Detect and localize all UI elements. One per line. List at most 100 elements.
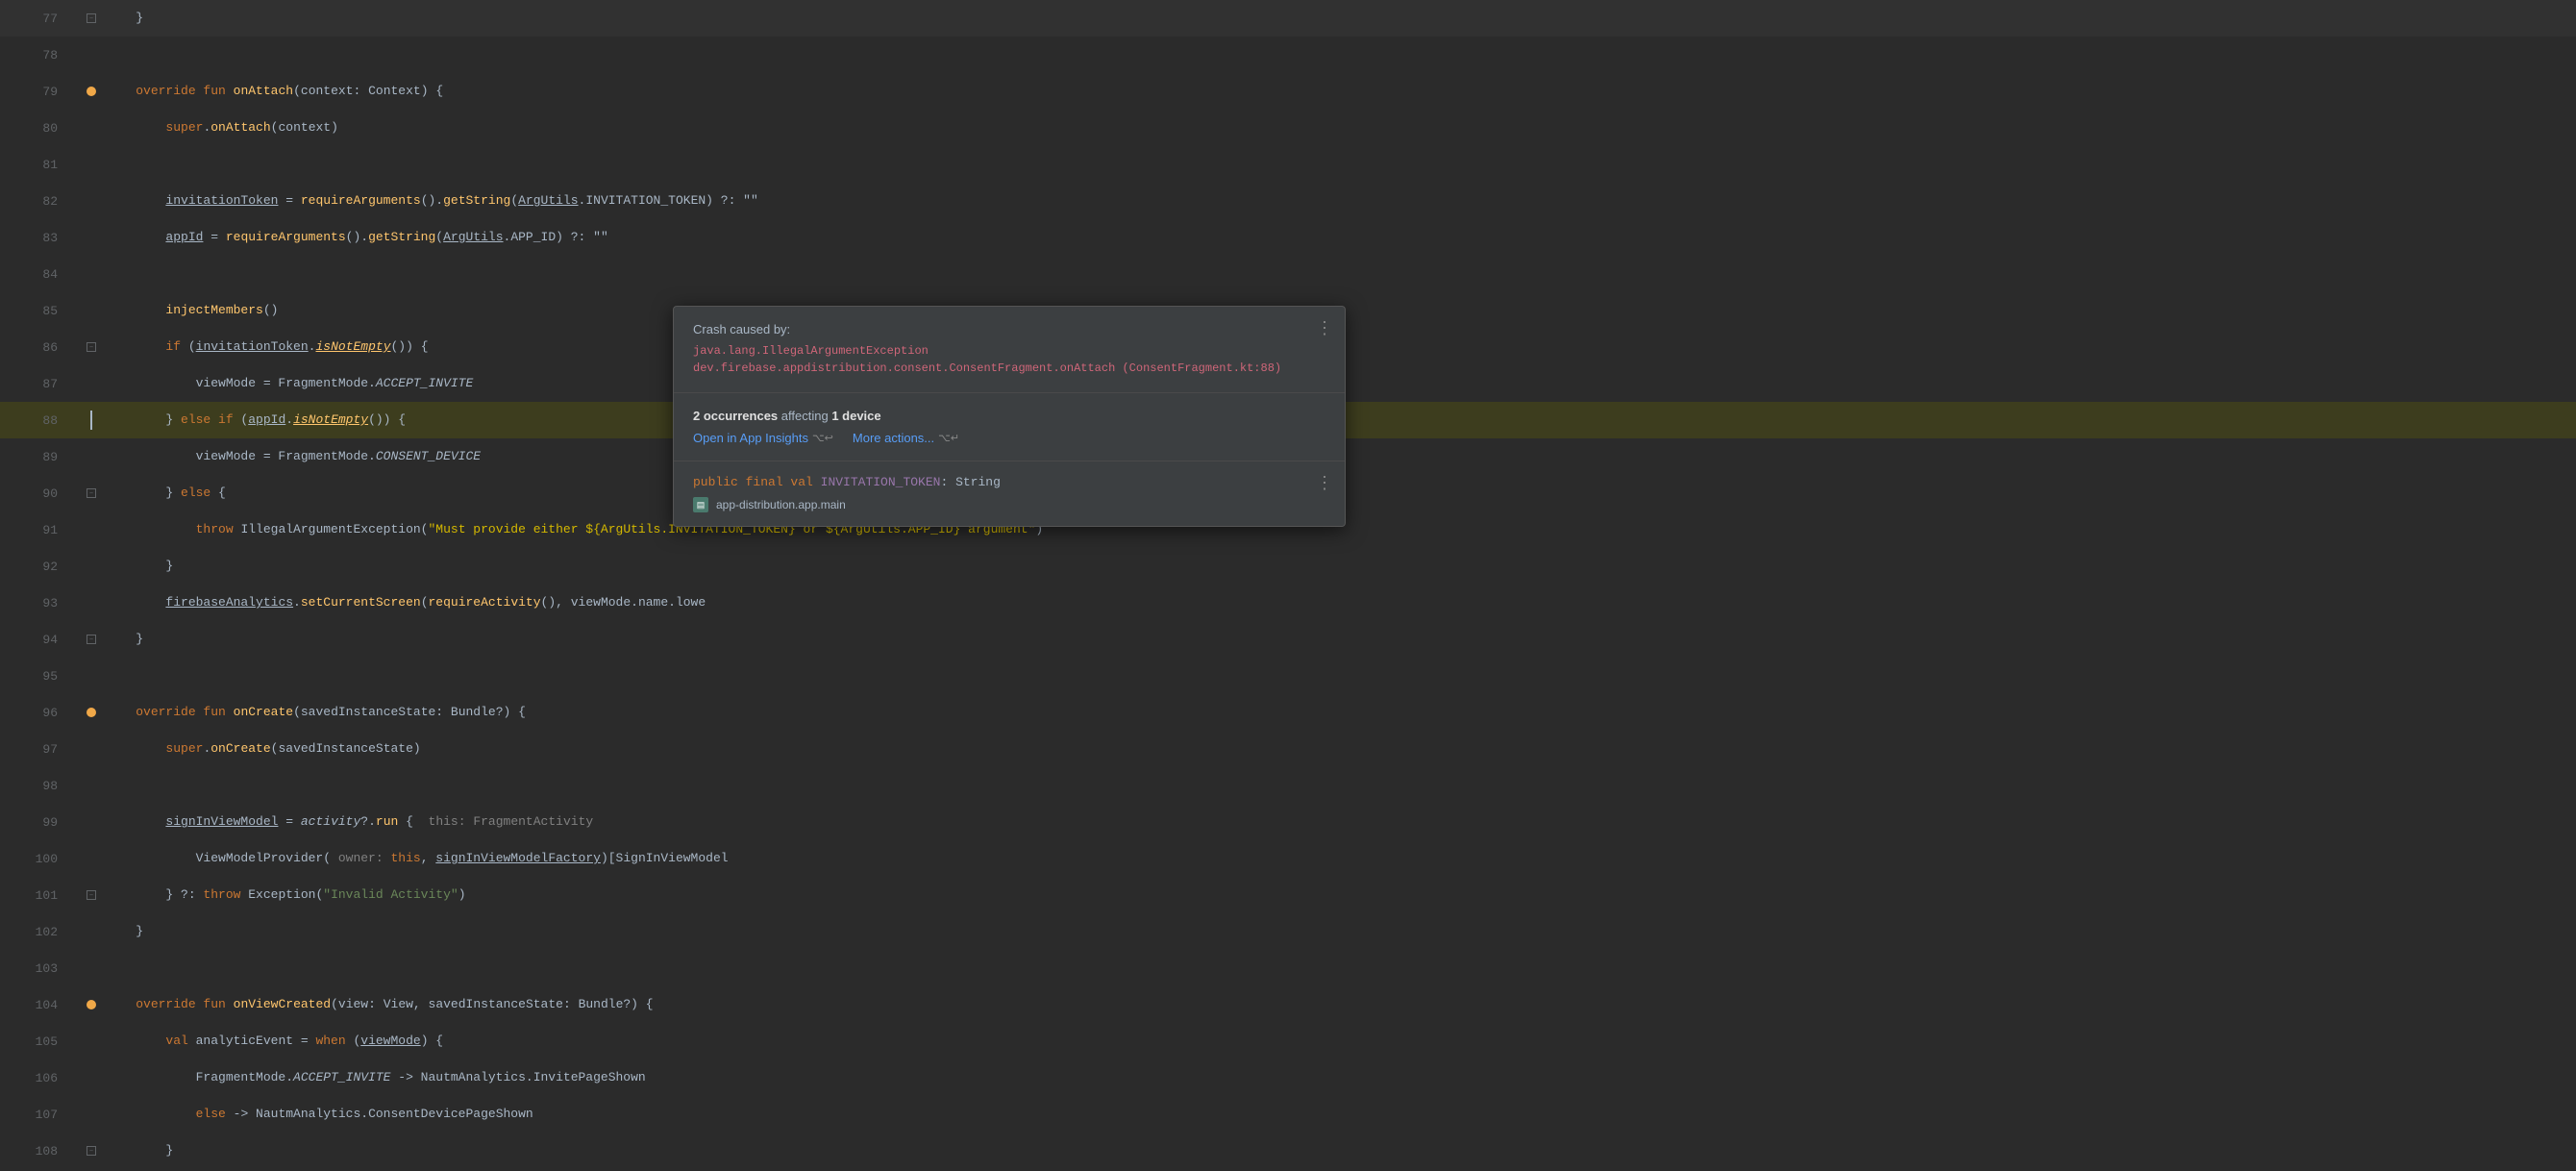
gutter-79 — [77, 87, 106, 96]
crash-stats-section: 2 occurrences affecting 1 device Open in… — [674, 393, 1345, 461]
line-number-98: 98 — [0, 779, 77, 793]
fold-icon[interactable]: – — [87, 1146, 96, 1156]
gutter-77[interactable]: – — [77, 13, 106, 23]
code-line-92: 92 } — [0, 548, 2576, 585]
gutter-86[interactable]: – — [77, 342, 106, 352]
fold-icon[interactable]: – — [87, 488, 96, 498]
line-number-93: 93 — [0, 596, 77, 610]
line-number-91: 91 — [0, 523, 77, 537]
line-content-105: val analyticEvent = when (viewMode) { — [106, 1023, 2557, 1059]
breakpoint-dot[interactable] — [87, 1000, 96, 1009]
fold-icon[interactable]: – — [87, 635, 96, 644]
line-number-101: 101 — [0, 888, 77, 903]
line-number-104: 104 — [0, 998, 77, 1012]
line-content-83: appId = requireArguments().getString(Arg… — [106, 219, 2557, 256]
gutter-94[interactable]: – — [77, 635, 106, 644]
error-line-1: java.lang.IllegalArgumentException — [693, 342, 1325, 360]
line-content-99: signInViewModel = activity?.run { this: … — [106, 804, 2557, 840]
fold-icon[interactable]: – — [87, 342, 96, 352]
code-line-96: 96 override fun onCreate(savedInstanceSt… — [0, 694, 2576, 731]
code-line-98: 98 — [0, 767, 2576, 804]
code-line-79: 79 override fun onAttach(context: Contex… — [0, 73, 2576, 110]
breakpoint-dot[interactable] — [87, 87, 96, 96]
open-insights-label: Open in App Insights — [693, 431, 808, 445]
line-content-108: } — [106, 1133, 2557, 1169]
code-line-95: 95 — [0, 658, 2576, 694]
line-content-97: super.onCreate(savedInstanceState) — [106, 731, 2557, 767]
code-line-106: 106 FragmentMode.ACCEPT_INVITE -> NautmA… — [0, 1059, 2576, 1096]
code-line-100: 100 ViewModelProvider( owner: this, sign… — [0, 840, 2576, 877]
line-content-80: super.onAttach(context) — [106, 110, 2557, 146]
more-actions-link[interactable]: More actions... ⌥↵ — [853, 431, 959, 445]
code-line-107: 107 else -> NautmAnalytics.ConsentDevice… — [0, 1096, 2576, 1133]
line-number-80: 80 — [0, 121, 77, 136]
line-number-87: 87 — [0, 377, 77, 391]
popup-actions: Open in App Insights ⌥↩ More actions... … — [693, 431, 1325, 445]
line-content-96: override fun onCreate(savedInstanceState… — [106, 694, 2557, 731]
error-line-2: dev.firebase.appdistribution.consent.Con… — [693, 360, 1325, 377]
line-number-88: 88 — [0, 413, 77, 428]
popup-more-button-1[interactable]: ⋮ — [1316, 318, 1333, 338]
fold-icon[interactable]: – — [87, 890, 96, 900]
line-content-101: } ?: throw Exception("Invalid Activity") — [106, 877, 2557, 913]
line-number-84: 84 — [0, 267, 77, 282]
gutter-108[interactable]: – — [77, 1146, 106, 1156]
code-area: 77– }7879 override fun onAttach(context:… — [0, 0, 2576, 1171]
gutter-104 — [77, 1000, 106, 1009]
code-line-83: 83 appId = requireArguments().getString(… — [0, 219, 2576, 256]
code-line-108: 108– } — [0, 1133, 2576, 1169]
code-line-105: 105 val analyticEvent = when (viewMode) … — [0, 1023, 2576, 1059]
code-line-102: 102 } — [0, 913, 2576, 950]
line-number-97: 97 — [0, 742, 77, 757]
line-number-85: 85 — [0, 304, 77, 318]
fold-icon[interactable]: – — [87, 13, 96, 23]
line-number-99: 99 — [0, 815, 77, 830]
line-content-102: } — [106, 913, 2557, 950]
line-number-92: 92 — [0, 560, 77, 574]
more-actions-shortcut: ⌥↵ — [938, 432, 959, 444]
gutter-90[interactable]: – — [77, 488, 106, 498]
line-number-94: 94 — [0, 633, 77, 647]
code-line-93: 93 firebaseAnalytics.setCurrentScreen(re… — [0, 585, 2576, 621]
gutter-96 — [77, 708, 106, 717]
breakpoint-dot[interactable] — [87, 708, 96, 717]
line-content-79: override fun onAttach(context: Context) … — [106, 73, 2557, 110]
code-line-94: 94– } — [0, 621, 2576, 658]
code-line-82: 82 invitationToken = requireArguments().… — [0, 183, 2576, 219]
module-info: ▤ app-distribution.app.main — [693, 497, 1325, 512]
crash-title: Crash caused by: — [693, 322, 1325, 336]
code-preview-section: ⋮ public final val INVITATION_TOKEN: Str… — [674, 461, 1345, 526]
popup-more-button-2[interactable]: ⋮ — [1316, 473, 1333, 493]
line-number-79: 79 — [0, 85, 77, 99]
open-insights-shortcut: ⌥↩ — [812, 432, 833, 444]
line-content-100: ViewModelProvider( owner: this, signInVi… — [106, 840, 2557, 877]
line-content-92: } — [106, 548, 2557, 585]
line-number-83: 83 — [0, 231, 77, 245]
line-content-93: firebaseAnalytics.setCurrentScreen(requi… — [106, 585, 2557, 621]
line-number-78: 78 — [0, 48, 77, 62]
code-line-103: 103 — [0, 950, 2576, 986]
code-line-84: 84 — [0, 256, 2576, 292]
open-in-app-insights-link[interactable]: Open in App Insights ⌥↩ — [693, 431, 833, 445]
line-content-82: invitationToken = requireArguments().get… — [106, 183, 2557, 219]
line-number-107: 107 — [0, 1108, 77, 1122]
line-number-86: 86 — [0, 340, 77, 355]
line-number-82: 82 — [0, 194, 77, 209]
line-number-96: 96 — [0, 706, 77, 720]
code-preview-line: public final val INVITATION_TOKEN: Strin… — [693, 475, 1325, 489]
line-number-81: 81 — [0, 158, 77, 172]
line-number-89: 89 — [0, 450, 77, 464]
gutter-101[interactable]: – — [77, 890, 106, 900]
code-line-101: 101– } ?: throw Exception("Invalid Activ… — [0, 877, 2576, 913]
crash-info-section: ⋮ Crash caused by: java.lang.IllegalArgu… — [674, 307, 1345, 393]
line-number-100: 100 — [0, 852, 77, 866]
module-name: app-distribution.app.main — [716, 498, 846, 511]
gutter-88 — [77, 411, 106, 430]
code-line-78: 78 — [0, 37, 2576, 73]
line-number-108: 108 — [0, 1144, 77, 1159]
crash-popup: ⋮ Crash caused by: java.lang.IllegalArgu… — [673, 306, 1346, 527]
code-line-81: 81 — [0, 146, 2576, 183]
line-number-105: 105 — [0, 1034, 77, 1049]
line-number-102: 102 — [0, 925, 77, 939]
line-number-95: 95 — [0, 669, 77, 684]
